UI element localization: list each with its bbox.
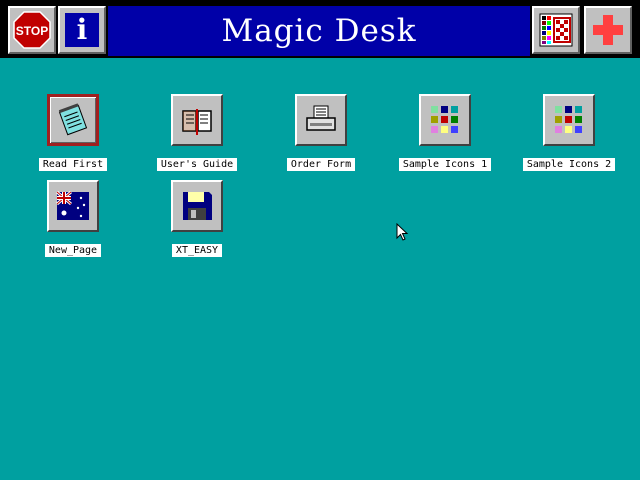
australian-flag-icon [56,190,89,220]
icon-label: New_Page [44,244,102,257]
title-bar: Magic Desk [108,6,530,56]
book-icon [182,109,212,135]
color-palette-icon [539,13,573,47]
desktop-icon-sample-icons-2[interactable]: Sample Icons 2 [514,94,624,171]
stop-sign-icon: STOP [13,11,51,49]
icon-grid-icon [555,106,582,133]
info-icon: i [65,13,99,47]
icon-label: Sample Icons 2 [522,158,616,171]
desktop-icon-order-form[interactable]: Order Form [266,94,376,171]
mouse-pointer-icon [396,223,409,241]
stop-button[interactable]: STOP [8,6,56,54]
desktop-icon-xt-easy[interactable]: XT_EASY [142,180,252,257]
printer-icon [306,105,336,131]
icon-button[interactable] [47,180,99,232]
app-title: Magic Desk [221,13,417,49]
icon-button[interactable] [295,94,347,146]
info-icon-letter: i [76,13,88,46]
icon-button[interactable] [171,180,223,232]
info-button[interactable]: i [58,6,106,54]
stop-sign-text: STOP [16,24,48,38]
icon-button[interactable] [171,94,223,146]
icon-button[interactable] [47,94,99,146]
icon-label: User's Guide [156,158,238,171]
icon-grid-icon [431,106,458,133]
desktop-icon-read-first[interactable]: Read First [18,94,128,171]
notepad-icon [58,103,88,136]
icon-label: Sample Icons 1 [398,158,492,171]
desktop-icon-users-guide[interactable]: User's Guide [142,94,252,171]
plus-icon [593,15,623,45]
icon-label: Read First [38,158,108,171]
icon-button[interactable] [543,94,595,146]
icon-label: Order Form [286,158,356,171]
floppy-disk-icon [183,192,212,220]
desktop-icon-new-page[interactable]: New_Page [18,180,128,257]
icon-button[interactable] [419,94,471,146]
add-button[interactable] [584,6,632,54]
top-bar: STOP i Magic Desk [0,0,640,58]
desktop-icon-sample-icons-1[interactable]: Sample Icons 1 [390,94,500,171]
palette-button[interactable] [532,6,580,54]
icon-label: XT_EASY [171,244,223,257]
